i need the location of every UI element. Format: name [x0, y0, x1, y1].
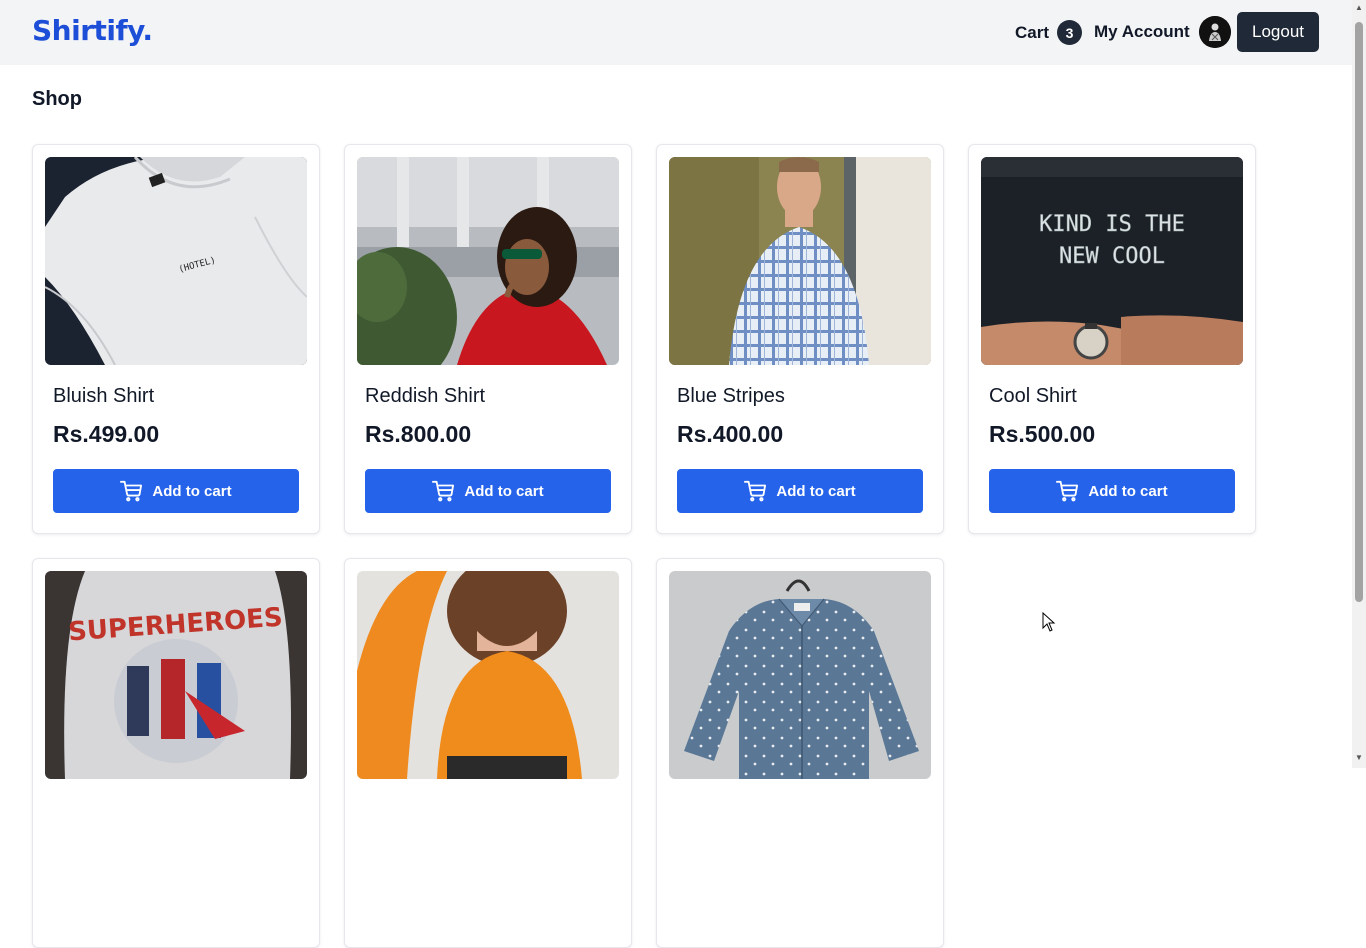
product-image[interactable] [669, 571, 931, 779]
scroll-down-icon[interactable]: ▼ [1355, 753, 1363, 762]
top-header: Shirtify. Cart 3 My Account Logout [0, 0, 1352, 65]
scroll-thumb[interactable] [1355, 22, 1363, 602]
kind-text-line1: KIND IS THE [1039, 212, 1185, 237]
add-to-cart-label: Add to cart [1088, 482, 1168, 500]
add-to-cart-button[interactable]: Add to cart [365, 469, 611, 513]
add-to-cart-label: Add to cart [776, 482, 856, 500]
cart-icon [432, 480, 455, 502]
product-card: Reddish Shirt Rs.800.00 Add to cart [344, 144, 632, 534]
add-to-cart-button[interactable]: Add to cart [677, 469, 923, 513]
product-image[interactable] [669, 157, 931, 365]
product-card: (HOTEL) Bluish Shirt Rs.499.00 Add to ca… [32, 144, 320, 534]
product-image[interactable] [357, 571, 619, 779]
product-name[interactable]: Blue Stripes [677, 385, 785, 408]
kind-text-line2: NEW COOL [1059, 244, 1165, 269]
brand-logo[interactable]: Shirtify. [32, 14, 153, 47]
my-account-label[interactable]: My Account [1094, 22, 1190, 42]
add-to-cart-label: Add to cart [464, 482, 544, 500]
add-to-cart-button[interactable]: Add to cart [989, 469, 1235, 513]
mouse-pointer-icon [1042, 611, 1056, 637]
product-name[interactable]: Reddish Shirt [365, 385, 485, 408]
product-card [344, 558, 632, 948]
scroll-up-icon[interactable]: ▲ [1355, 3, 1363, 12]
cart-icon [744, 480, 767, 502]
product-price: Rs.499.00 [53, 421, 160, 447]
user-avatar-icon [1198, 16, 1231, 48]
product-card [656, 558, 944, 948]
product-image[interactable]: SUPERHEROES [45, 571, 307, 779]
logout-button[interactable]: Logout [1237, 12, 1319, 52]
cart-icon [120, 480, 143, 502]
cart-count-badge: 3 [1057, 20, 1083, 45]
cart-link[interactable]: Cart 3 [1015, 20, 1083, 45]
product-name[interactable]: Cool Shirt [989, 385, 1077, 408]
add-to-cart-label: Add to cart [152, 482, 232, 500]
product-image[interactable] [357, 157, 619, 365]
product-card: SUPERHEROES [32, 558, 320, 948]
product-card: KIND IS THE NEW COOL Cool Shirt Rs.500.0… [968, 144, 1256, 534]
product-image[interactable]: KIND IS THE NEW COOL [981, 157, 1243, 365]
cart-label[interactable]: Cart [1015, 23, 1049, 43]
page-title: Shop [32, 88, 82, 110]
product-price: Rs.400.00 [677, 421, 784, 447]
product-price: Rs.800.00 [365, 421, 472, 447]
cart-icon [1056, 480, 1079, 502]
product-image[interactable]: (HOTEL) [45, 157, 307, 365]
add-to-cart-button[interactable]: Add to cart [53, 469, 299, 513]
product-price: Rs.500.00 [989, 421, 1096, 447]
vertical-scrollbar[interactable]: ▲ ▼ [1352, 0, 1366, 768]
product-name[interactable]: Bluish Shirt [53, 385, 154, 408]
product-card: Blue Stripes Rs.400.00 Add to cart [656, 144, 944, 534]
avatar[interactable] [1198, 16, 1231, 48]
my-account-link[interactable]: My Account [1094, 16, 1231, 48]
